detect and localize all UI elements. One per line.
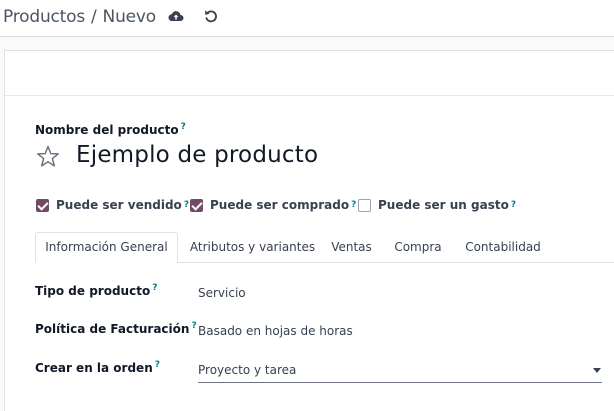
help-tooltip-icon[interactable]: ? [184, 200, 189, 210]
checkbox-can-be-sold[interactable]: Puede ser vendido? [36, 198, 189, 212]
checkbox-can-be-expensed[interactable]: Puede ser un gasto? [358, 198, 516, 212]
breadcrumb: Productos / Nuevo [3, 5, 156, 29]
product-type-label: Tipo de producto? [35, 283, 157, 298]
product-name-label: Nombre del producto? [35, 122, 186, 137]
notebook-tabs: Información General Atributos y variante… [35, 232, 614, 263]
create-on-order-value: Proyecto y tarea [198, 363, 297, 377]
star-outline-icon[interactable] [35, 144, 61, 170]
product-name-label-text: Nombre del producto [35, 123, 179, 137]
checkbox-unchecked-icon[interactable] [358, 198, 371, 212]
invoicing-policy-label: Política de Facturación? [35, 321, 197, 336]
help-tooltip-icon[interactable]: ? [155, 360, 160, 370]
checkbox-checked-icon[interactable] [36, 198, 49, 212]
checkbox-checked-icon[interactable] [190, 198, 203, 212]
help-tooltip-icon[interactable]: ? [152, 283, 157, 293]
undo-icon[interactable] [203, 8, 219, 24]
invoicing-policy-value[interactable]: Basado en hojas de horas [198, 324, 353, 338]
form-sheet: Nombre del producto? Ejemplo de producto… [4, 50, 614, 411]
help-tooltip-icon[interactable]: ? [181, 122, 186, 132]
breadcrumb-parent-link[interactable]: Productos [3, 7, 85, 27]
help-tooltip-icon[interactable]: ? [351, 200, 356, 210]
field-label-text: Política de Facturación [35, 322, 190, 336]
create-on-order-label: Crear en la orden? [35, 360, 160, 375]
help-tooltip-icon[interactable]: ? [511, 200, 516, 210]
breadcrumb-separator: / [91, 7, 97, 27]
status-bar [5, 51, 614, 96]
checkbox-label: Puede ser un gasto [378, 198, 509, 212]
checkbox-can-be-purchased[interactable]: Puede ser comprado? [190, 198, 356, 212]
breadcrumb-current: Nuevo [102, 7, 157, 27]
tab-general-information[interactable]: Información General [35, 232, 178, 263]
tab-purchase[interactable]: Compra [392, 232, 444, 262]
checkbox-label: Puede ser comprado [210, 198, 350, 212]
product-name-input[interactable]: Ejemplo de producto [76, 142, 318, 168]
field-label-text: Crear en la orden [35, 361, 153, 375]
field-label-text: Tipo de producto [35, 284, 151, 298]
tab-accounting[interactable]: Contabilidad [461, 232, 545, 262]
cloud-upload-icon[interactable] [168, 8, 184, 24]
create-on-order-select[interactable]: Proyecto y tarea [198, 358, 602, 383]
chevron-down-icon[interactable] [593, 368, 601, 373]
checkbox-label: Puede ser vendido [56, 198, 182, 212]
tab-sales[interactable]: Ventas [327, 232, 376, 262]
control-panel: Productos / Nuevo [0, 0, 614, 37]
product-type-value[interactable]: Servicio [198, 286, 246, 300]
tab-attributes-variants[interactable]: Atributos y variantes [185, 232, 320, 262]
help-tooltip-icon[interactable]: ? [191, 321, 196, 331]
